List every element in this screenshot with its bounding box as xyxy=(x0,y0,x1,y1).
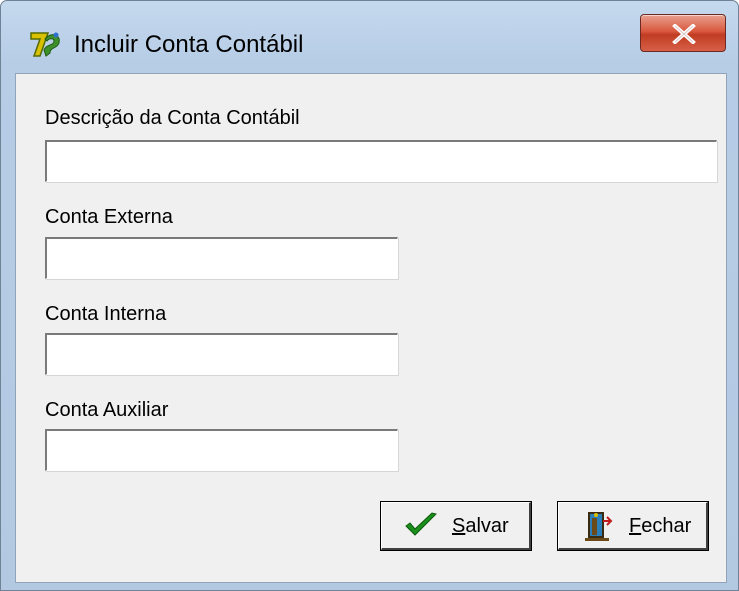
fechar-button[interactable]: Fechar xyxy=(557,501,709,551)
salvar-button[interactable]: Salvar xyxy=(380,501,532,551)
fechar-label: Fechar xyxy=(629,515,692,537)
app-logo-icon xyxy=(30,32,60,57)
form-panel: Descrição da Conta Contábil Conta Extern… xyxy=(15,73,727,583)
checkmark-icon xyxy=(405,512,437,536)
close-button[interactable] xyxy=(640,14,726,52)
conta-auxiliar-label: Conta Auxiliar xyxy=(45,399,169,421)
window-title: Incluir Conta Contábil xyxy=(74,31,304,58)
descricao-label: Descrição da Conta Contábil xyxy=(45,107,300,129)
conta-interna-label: Conta Interna xyxy=(45,303,167,325)
conta-externa-label: Conta Externa xyxy=(45,206,173,228)
dialog-window: Incluir Conta Contábil Descrição da Cont… xyxy=(0,0,739,591)
salvar-label: Salvar xyxy=(452,515,509,537)
title-bar[interactable]: Incluir Conta Contábil xyxy=(1,1,738,73)
descricao-input[interactable] xyxy=(45,140,717,182)
conta-auxiliar-input[interactable] xyxy=(45,429,398,471)
exit-door-icon xyxy=(585,512,613,541)
conta-interna-input[interactable] xyxy=(45,333,398,375)
conta-externa-input[interactable] xyxy=(45,237,398,279)
close-icon xyxy=(672,24,696,44)
